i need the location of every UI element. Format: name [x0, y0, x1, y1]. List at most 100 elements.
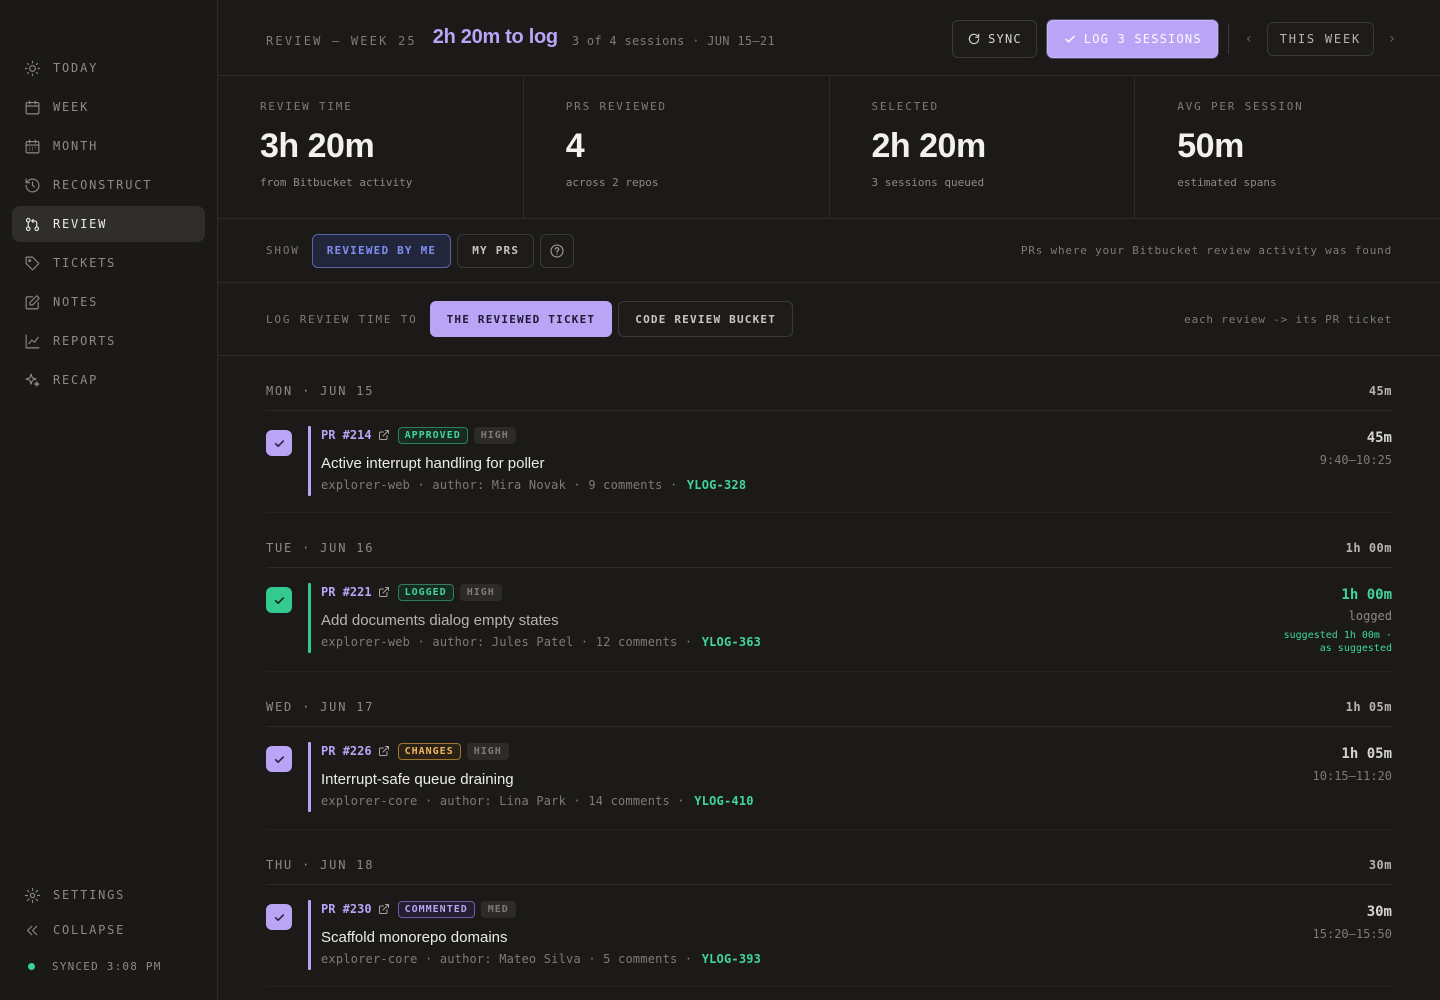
pr-link[interactable]: PR #230	[321, 902, 372, 916]
sun-icon	[24, 60, 41, 76]
settings-button[interactable]: SETTINGS	[12, 884, 205, 906]
external-link-icon[interactable]	[378, 429, 390, 441]
day-label: TUE · JUN 16	[266, 541, 375, 555]
pr-title: Interrupt-safe queue draining	[321, 771, 514, 788]
pr-comments: 14 comments	[588, 794, 670, 808]
pr-author: author: Mateo Silva	[439, 952, 581, 966]
page-title: 2h 20m to log	[432, 26, 558, 48]
sidebar-item-review[interactable]: REVIEW	[12, 206, 205, 242]
sidebar-item-recap[interactable]: RECAP	[12, 362, 205, 398]
entry-body: PR #214 APPROVED HIGH Active interrupt h…	[321, 426, 746, 492]
page-header: REVIEW — WEEK 25 2h 20m to log 3 of 4 se…	[218, 0, 1440, 76]
pr-title: Active interrupt handling for poller	[321, 455, 545, 472]
filter-my-prs[interactable]: MY PRS	[457, 233, 535, 268]
external-link-icon[interactable]	[378, 903, 390, 915]
pr-line: PR #221 LOGGED HIGH	[321, 583, 761, 601]
filter-reviewed-by-me[interactable]: REVIEWED BY ME	[311, 233, 452, 268]
pr-title: Add documents dialog empty states	[321, 612, 559, 629]
sidebar-item-month[interactable]: MONTH	[12, 128, 205, 164]
check-icon	[1065, 35, 1075, 43]
chevrons-left-icon	[26, 925, 38, 935]
sidebar: TODAY WEEK MONTH RECONSTRUCT REVIEW TICK…	[0, 0, 218, 1000]
review-entry: PR #214 APPROVED HIGH Active interrupt h…	[266, 411, 1392, 513]
sync-button[interactable]: SYNC	[952, 20, 1037, 58]
filter-help-button[interactable]	[540, 233, 575, 268]
day-total: 45m	[1368, 384, 1392, 398]
this-week-button[interactable]: THIS WEEK	[1266, 22, 1374, 56]
day-total: 1h 05m	[1345, 700, 1392, 714]
collapse-button[interactable]: COLLAPSE	[12, 919, 205, 941]
sidebar-item-tickets[interactable]: TICKETS	[12, 245, 205, 281]
status-badge: LOGGED	[397, 583, 454, 601]
sidebar-item-label: NOTES	[53, 295, 99, 309]
sidebar-item-today[interactable]: TODAY	[12, 50, 205, 86]
stats-row: REVIEW TIME 3h 20m from Bitbucket activi…	[218, 76, 1440, 219]
sidebar-item-label: RECAP	[53, 373, 99, 387]
stat-prs-reviewed: PRS REVIEWED 4 across 2 repos	[524, 76, 830, 218]
sidebar-item-reports[interactable]: REPORTS	[12, 323, 205, 359]
log-target-hint: each review -> its PR ticket	[1184, 312, 1392, 326]
pr-link[interactable]: PR #226	[321, 744, 372, 758]
pr-author: author: Jules Patel	[432, 635, 574, 649]
settings-label: SETTINGS	[53, 888, 126, 902]
pr-meta: explorer-core · author: Mateo Silva · 5 …	[321, 952, 762, 966]
sidebar-item-label: RECONSTRUCT	[53, 178, 153, 192]
show-filter-hint: PRs where your Bitbucket review activity…	[1020, 244, 1392, 257]
sidebar-item-notes[interactable]: NOTES	[12, 284, 205, 320]
ticket-link[interactable]: YLOG-328	[687, 478, 746, 492]
review-entry: PR #221 LOGGED HIGH Add documents dialog…	[266, 568, 1392, 672]
entry-time: 1h 05m 10:15–11:20	[1313, 746, 1392, 783]
stat-avg-per-session: AVG PER SESSION 50m estimated spans	[1135, 76, 1440, 218]
main-content: REVIEW — WEEK 25 2h 20m to log 3 of 4 se…	[218, 0, 1440, 1000]
entry-body: PR #221 LOGGED HIGH Add documents dialog…	[321, 583, 761, 649]
page-subtitle: 3 of 4 sessions · JUN 15–21	[571, 33, 775, 48]
ticket-link[interactable]: YLOG-393	[702, 952, 761, 966]
pr-link[interactable]: PR #221	[321, 585, 372, 599]
stat-selected: SELECTED 2h 20m 3 sessions queued	[830, 76, 1136, 218]
entry-accent-bar	[308, 900, 311, 970]
stat-label: AVG PER SESSION	[1177, 100, 1304, 113]
sidebar-item-label: MONTH	[53, 139, 99, 153]
header-actions: SYNC LOG 3 SESSIONS ‹ THIS WEEK ›	[952, 20, 1400, 58]
prev-week-button[interactable]: ‹	[1241, 31, 1257, 47]
sidebar-item-label: TODAY	[53, 61, 99, 75]
entry-duration: 30m	[1366, 904, 1392, 920]
pr-link[interactable]: PR #214	[321, 428, 372, 442]
entry-body: PR #230 COMMENTED MED Scaffold monorepo …	[321, 900, 761, 966]
sync-status: SYNCED 3:08 PM	[12, 955, 205, 977]
stat-sub: from Bitbucket activity	[260, 176, 413, 189]
entry-checkbox[interactable]	[266, 746, 292, 772]
day-label: WED · JUN 17	[266, 700, 375, 714]
stat-sub: estimated spans	[1177, 176, 1277, 189]
status-badge: CHANGES	[397, 742, 461, 760]
next-week-button[interactable]: ›	[1384, 31, 1400, 47]
header-divider	[1227, 24, 1229, 54]
log-to-reviewed-ticket[interactable]: THE REVIEWED TICKET	[429, 301, 613, 337]
check-icon	[274, 439, 284, 447]
log-target-bar: LOG REVIEW TIME TO THE REVIEWED TICKET C…	[218, 283, 1440, 356]
ticket-link[interactable]: YLOG-410	[694, 794, 753, 808]
entry-suggestion: suggested 1h 00m · as suggested	[1284, 629, 1392, 655]
review-entry: PR #230 COMMENTED MED Scaffold monorepo …	[266, 885, 1392, 987]
pr-comments: 5 comments	[603, 952, 678, 966]
entry-span: 10:15–11:20	[1312, 769, 1392, 783]
entry-body: PR #226 CHANGES HIGH Interrupt-safe queu…	[321, 742, 754, 808]
entry-checkbox[interactable]	[266, 430, 292, 456]
calendar-month-icon	[25, 139, 40, 153]
stat-label: SELECTED	[871, 100, 939, 113]
entry-checkbox[interactable]	[266, 904, 292, 930]
log-target-label: LOG REVIEW TIME TO	[266, 312, 418, 326]
stat-sub: across 2 repos	[565, 176, 659, 189]
calendar-week-icon	[25, 100, 40, 114]
ticket-link[interactable]: YLOG-363	[702, 635, 761, 649]
sidebar-item-week[interactable]: WEEK	[12, 89, 205, 125]
check-icon	[274, 755, 284, 763]
show-filter-bar: SHOW REVIEWED BY ME MY PRS PRs where you…	[218, 219, 1440, 283]
external-link-icon[interactable]	[378, 745, 390, 757]
review-entry: PR #226 CHANGES HIGH Interrupt-safe queu…	[266, 727, 1392, 830]
log-sessions-button[interactable]: LOG 3 SESSIONS	[1046, 20, 1218, 58]
sidebar-item-reconstruct[interactable]: RECONSTRUCT	[12, 167, 205, 203]
external-link-icon[interactable]	[378, 586, 390, 598]
entry-checkbox[interactable]	[266, 587, 292, 613]
log-to-code-review-bucket[interactable]: CODE REVIEW BUCKET	[618, 301, 794, 337]
